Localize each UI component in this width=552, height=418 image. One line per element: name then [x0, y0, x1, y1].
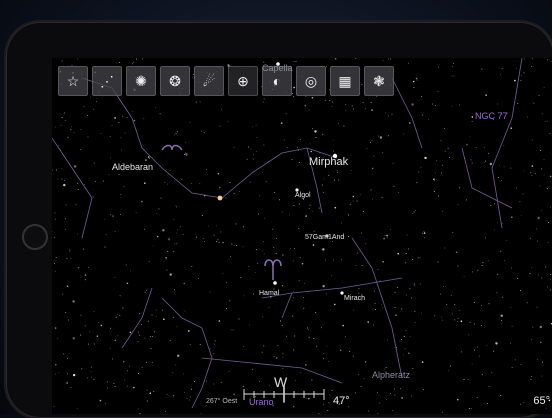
gam1and-label[interactable]: 57Gam1And [305, 234, 344, 241]
target-icon: ⊕ [237, 74, 249, 88]
mirphak-label[interactable]: Mirphak [309, 156, 348, 168]
comet-icon: ☄ [203, 74, 216, 88]
lacerta-lines [462, 148, 512, 208]
azimuth-label: 267° Oest [206, 398, 237, 405]
moon-phase-icon: ◐ [273, 74, 281, 88]
cetus-lines [122, 288, 152, 348]
galaxy-button[interactable]: ✺ [126, 66, 156, 96]
aries-glyph [265, 260, 281, 280]
algol-label[interactable]: Algol [295, 192, 311, 199]
tablet-frame: ☆ ⋰ ✺ ❂ ☄ ⊕ ◐ ◎ ▦ ❃ Capella Aldebaran Mirphak Alg… [6, 22, 552, 418]
toolbar: ☆ ⋰ ✺ ❂ ☄ ⊕ ◐ ◎ ▦ ❃ [58, 66, 394, 96]
aperture-button[interactable]: ❃ [364, 66, 394, 96]
hamal-label[interactable]: Hamal [259, 290, 279, 297]
target-button[interactable]: ⊕ [228, 66, 258, 96]
andromeda-lines [392, 78, 422, 148]
mirach-label[interactable]: Mirach [344, 295, 365, 302]
aldebaran-label[interactable]: Aldebaran [112, 162, 153, 172]
ngc-label[interactable]: NGC 77 [475, 111, 508, 121]
home-button[interactable] [22, 224, 48, 250]
sky-view[interactable]: ☆ ⋰ ✺ ❂ ☄ ⊕ ◐ ◎ ▦ ❃ Capella Aldebaran Mirphak Alg… [52, 58, 552, 414]
favorites-button[interactable]: ☆ [58, 66, 88, 96]
galaxy-icon: ✺ [135, 74, 147, 88]
constellation-lines-icon: ⋰ [100, 74, 114, 88]
taurus-glyph [162, 146, 182, 151]
grid-button[interactable]: ▦ [330, 66, 360, 96]
constellation-lines-button[interactable]: ⋰ [92, 66, 122, 96]
nebula-button[interactable]: ❂ [160, 66, 190, 96]
nebula-icon: ❂ [169, 74, 181, 88]
taurus-lines [52, 138, 92, 238]
cassiopeia-lines [492, 58, 522, 228]
andromeda-chain [352, 238, 402, 378]
grid-icon: ▦ [338, 74, 351, 88]
ring-icon: ◎ [305, 74, 317, 88]
constellation-lines [52, 58, 522, 408]
ring-button[interactable]: ◎ [296, 66, 326, 96]
favorites-icon: ☆ [67, 74, 80, 88]
comet-button[interactable]: ☄ [194, 66, 224, 96]
capella-label[interactable]: Capella [262, 63, 293, 73]
aperture-icon: ❃ [373, 74, 385, 88]
bright-stars [218, 62, 344, 294]
aries-branch [282, 293, 292, 318]
fov-label: 65° [533, 395, 550, 407]
direction-letter: W [274, 374, 287, 390]
altitude-label: 47° [333, 395, 350, 407]
